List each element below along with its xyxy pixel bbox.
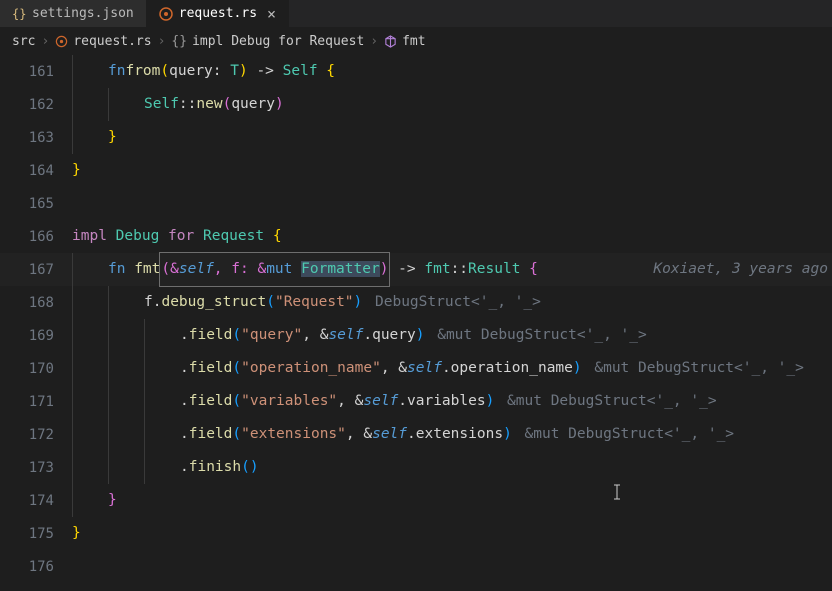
cube-icon	[384, 35, 397, 48]
breadcrumb-label: src	[12, 34, 35, 49]
chevron-right-icon: ›	[158, 34, 166, 49]
line-number: 166	[0, 229, 72, 245]
chevron-right-icon: ›	[370, 34, 378, 49]
line-number: 170	[0, 361, 72, 377]
inlay-hint: &mut DebugStruct<'_, '_>	[582, 352, 804, 385]
line-number: 161	[0, 64, 72, 80]
line-number: 162	[0, 97, 72, 113]
line-number: 173	[0, 460, 72, 476]
braces-icon: {}	[171, 34, 187, 49]
chevron-right-icon: ›	[41, 34, 49, 49]
tab-request-rs[interactable]: request.rs ×	[147, 0, 289, 27]
tab-label: settings.json	[32, 6, 134, 21]
code-line: 162 Self::new(query)	[0, 88, 832, 121]
breadcrumb-item[interactable]: {} impl Debug for Request	[171, 34, 364, 49]
code-editor[interactable]: 161 fn from(query: T) -> Self { 162 Self…	[0, 55, 832, 583]
line-number: 175	[0, 526, 72, 542]
breadcrumb-item[interactable]: request.rs	[55, 34, 151, 49]
inlay-hint: DebugStruct<'_, '_>	[362, 286, 541, 319]
code-line: 172 .field("extensions", &self.extension…	[0, 418, 832, 451]
code-line: 166 impl Debug for Request {	[0, 220, 832, 253]
tab-settings-json[interactable]: {} settings.json	[0, 0, 147, 27]
line-number: 176	[0, 559, 72, 575]
breadcrumb-label: request.rs	[73, 34, 151, 49]
code-line: 169 .field("query", &self.query) &mut De…	[0, 319, 832, 352]
code-line: 176	[0, 550, 832, 583]
code-line: 175 }	[0, 517, 832, 550]
rust-icon	[159, 7, 173, 21]
breadcrumb: src › request.rs › {} impl Debug for Req…	[0, 28, 832, 55]
line-number: 172	[0, 427, 72, 443]
breadcrumb-item[interactable]: fmt	[384, 34, 425, 49]
git-blame: Koxiaet, 3 years ago	[653, 253, 828, 286]
line-number: 167	[0, 262, 72, 278]
inlay-hint: &mut DebugStruct<'_, '_>	[424, 319, 646, 352]
tab-bar: {} settings.json request.rs ×	[0, 0, 832, 28]
close-icon[interactable]: ×	[267, 5, 276, 23]
code-line: 173 .finish()	[0, 451, 832, 484]
line-number: 171	[0, 394, 72, 410]
braces-icon: {}	[12, 7, 26, 21]
inlay-hint: &mut DebugStruct<'_, '_>	[494, 385, 716, 418]
code-line: 164 }	[0, 154, 832, 187]
breadcrumb-label: impl Debug for Request	[192, 34, 364, 49]
line-number: 174	[0, 493, 72, 509]
rust-icon	[55, 35, 68, 48]
breadcrumb-item[interactable]: src	[12, 34, 35, 49]
inlay-hint: &mut DebugStruct<'_, '_>	[512, 418, 734, 451]
code-line: 163 }	[0, 121, 832, 154]
line-number: 165	[0, 196, 72, 212]
line-number: 169	[0, 328, 72, 344]
breadcrumb-label: fmt	[402, 34, 425, 49]
code-line: 174 }	[0, 484, 832, 517]
code-line: 165	[0, 187, 832, 220]
code-line: 167 fn fmt(&self, f: &mut Formatter) -> …	[0, 253, 832, 286]
code-line: 170 .field("operation_name", &self.opera…	[0, 352, 832, 385]
tab-label: request.rs	[179, 6, 257, 21]
svg-text:{}: {}	[12, 7, 26, 21]
code-line: 168 f.debug_struct("Request") DebugStruc…	[0, 286, 832, 319]
code-line: 161 fn from(query: T) -> Self {	[0, 55, 832, 88]
code-line: 171 .field("variables", &self.variables)…	[0, 385, 832, 418]
line-number: 164	[0, 163, 72, 179]
line-number: 163	[0, 130, 72, 146]
line-number: 168	[0, 295, 72, 311]
